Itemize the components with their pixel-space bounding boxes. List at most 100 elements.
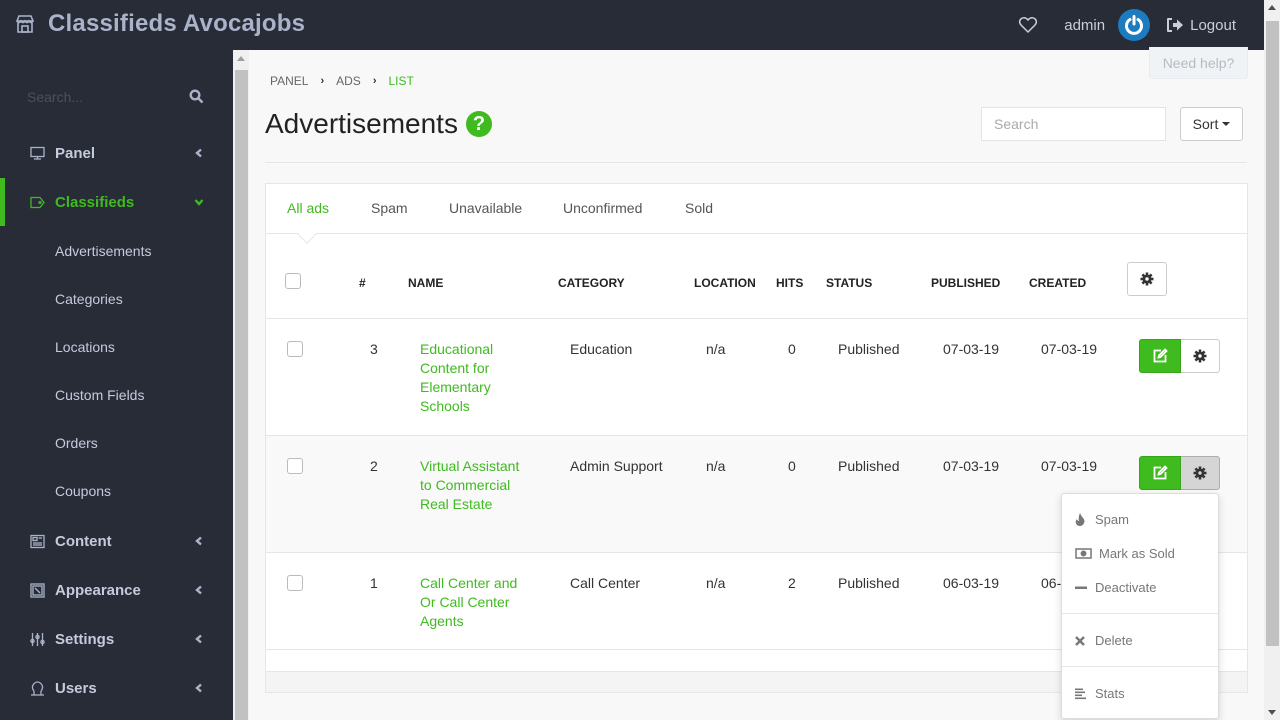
row-checkbox[interactable]	[287, 575, 303, 591]
menu-item-stats[interactable]: Stats	[1075, 686, 1125, 701]
tab-sold[interactable]: Sold	[685, 200, 713, 216]
heart-icon[interactable]	[1018, 15, 1038, 35]
page-title: Advertisements ?	[265, 108, 492, 140]
page-title-text: Advertisements	[265, 108, 458, 139]
active-tab-pointer	[297, 224, 317, 244]
tab-unavailable[interactable]: Unavailable	[449, 200, 522, 216]
sidebar-subitem-advertisements[interactable]: Advertisements	[55, 243, 151, 259]
tab-all-ads[interactable]: All ads	[287, 200, 329, 216]
breadcrumb-ads[interactable]: ADS	[336, 74, 361, 88]
logout-label: Logout	[1190, 16, 1236, 34]
tab-unconfirmed[interactable]: Unconfirmed	[563, 200, 642, 216]
sidebar-item-label: Classifieds	[55, 193, 135, 211]
sidebar-item-settings[interactable]: Settings	[0, 615, 233, 663]
image-icon	[30, 582, 45, 598]
brand[interactable]: Classifieds Avocajobs	[15, 10, 305, 38]
question-circle-icon[interactable]: ?	[465, 111, 492, 137]
sliders-icon	[30, 632, 45, 646]
cell-name-link[interactable]: Educational Content for Elementary Schoo…	[420, 340, 530, 416]
chevron-right-icon: ›	[320, 75, 325, 87]
cell-id: 2	[370, 458, 378, 474]
sidebar-search	[27, 86, 207, 108]
sign-out-icon	[1167, 18, 1184, 32]
content-scrollbar[interactable]	[233, 50, 249, 720]
breadcrumb-panel[interactable]: PANEL	[270, 74, 308, 88]
table-row: 3 Educational Content for Elementary Sch…	[266, 318, 1247, 435]
need-help-button[interactable]: Need help?	[1149, 47, 1248, 79]
chevron-left-icon	[195, 148, 202, 158]
row-actions	[1139, 339, 1220, 373]
edit-button[interactable]	[1139, 456, 1181, 490]
cell-published: 06-03-19	[943, 575, 1000, 591]
sidebar-item-classifieds[interactable]: Classifieds	[0, 178, 233, 226]
menu-item-delete[interactable]: Delete	[1075, 633, 1133, 648]
avatar[interactable]	[1118, 9, 1151, 41]
cell-name-link[interactable]: Virtual Assistant to Commercial Real Est…	[420, 457, 530, 514]
row-options-button[interactable]	[1181, 339, 1220, 373]
scroll-up-arrow-icon[interactable]	[237, 56, 245, 61]
menu-item-label: Delete	[1095, 633, 1133, 648]
gear-icon	[1193, 349, 1207, 363]
row-checkbox[interactable]	[287, 341, 303, 357]
sidebar-item-users[interactable]: Users	[0, 664, 233, 712]
sort-dropdown-button[interactable]: Sort	[1180, 107, 1243, 141]
gear-icon	[1140, 272, 1154, 286]
menu-item-mark-as-sold[interactable]: Mark as Sold	[1075, 546, 1175, 561]
scrollbar-thumb[interactable]	[235, 70, 248, 720]
cell-published: 07-03-19	[943, 341, 1000, 357]
row-options-menu: Spam Mark as Sold Deactivate Delete Stat…	[1061, 493, 1219, 719]
sidebar-subitem-categories[interactable]: Categories	[55, 291, 123, 307]
scroll-down-arrow-icon[interactable]	[1268, 710, 1276, 715]
tab-spam[interactable]: Spam	[371, 200, 408, 216]
row-checkbox[interactable]	[287, 458, 303, 474]
sidebar-subitem-locations[interactable]: Locations	[55, 339, 115, 355]
column-header-created[interactable]: CREATED	[1029, 276, 1086, 290]
cell-location: n/a	[706, 341, 726, 357]
monitor-icon	[30, 146, 45, 160]
app-title: Classifieds Avocajobs	[48, 10, 306, 37]
money-icon	[1075, 548, 1092, 559]
times-icon	[1075, 635, 1085, 646]
sidebar-subitem-orders[interactable]: Orders	[55, 435, 98, 451]
scroll-up-arrow-icon[interactable]	[1268, 5, 1276, 10]
column-settings-button[interactable]	[1127, 262, 1167, 296]
sidebar-item-panel[interactable]: Panel	[0, 129, 233, 177]
cell-name-link[interactable]: Call Center and Or Call Center Agents	[420, 574, 530, 631]
edit-button[interactable]	[1139, 339, 1181, 373]
cell-hits: 2	[788, 575, 796, 591]
search-icon[interactable]	[189, 89, 204, 104]
column-header-status[interactable]: STATUS	[826, 276, 872, 290]
menu-item-spam[interactable]: Spam	[1075, 512, 1129, 527]
sidebar-item-appearance[interactable]: Appearance	[0, 566, 233, 614]
cell-published: 07-03-19	[943, 458, 1000, 474]
fire-icon	[1075, 513, 1085, 526]
column-header-published[interactable]: PUBLISHED	[931, 276, 1000, 290]
chevron-down-icon	[194, 199, 204, 206]
menu-item-label: Spam	[1095, 512, 1129, 527]
cell-category: Admin Support	[570, 458, 663, 474]
ads-search-input[interactable]	[981, 107, 1166, 141]
select-all-checkbox[interactable]	[285, 273, 301, 289]
edit-icon	[1153, 465, 1168, 480]
menu-item-deactivate[interactable]: Deactivate	[1075, 580, 1156, 595]
row-actions	[1139, 456, 1220, 490]
column-header-location[interactable]: LOCATION	[694, 276, 756, 290]
column-header-name[interactable]: NAME	[408, 276, 443, 290]
row-options-button[interactable]	[1181, 456, 1220, 490]
scrollbar-thumb[interactable]	[1266, 21, 1279, 646]
breadcrumb: PANEL › ADS › LIST	[270, 74, 414, 88]
sidebar-subitem-coupons[interactable]: Coupons	[55, 483, 111, 499]
page-scrollbar[interactable]	[1264, 0, 1280, 720]
sidebar-item-content[interactable]: Content	[0, 517, 233, 565]
column-header-id[interactable]: #	[359, 276, 366, 290]
user-name[interactable]: admin	[1064, 17, 1105, 34]
menu-item-label: Mark as Sold	[1099, 546, 1175, 561]
chevron-left-icon	[195, 536, 202, 546]
sort-label: Sort	[1192, 116, 1219, 132]
column-header-category[interactable]: CATEGORY	[558, 276, 625, 290]
logout-button[interactable]: Logout	[1166, 17, 1236, 34]
sidebar-subitem-custom-fields[interactable]: Custom Fields	[55, 387, 144, 403]
sidebar-search-input[interactable]	[27, 89, 177, 105]
tag-icon	[30, 196, 45, 208]
column-header-hits[interactable]: HITS	[776, 276, 803, 290]
